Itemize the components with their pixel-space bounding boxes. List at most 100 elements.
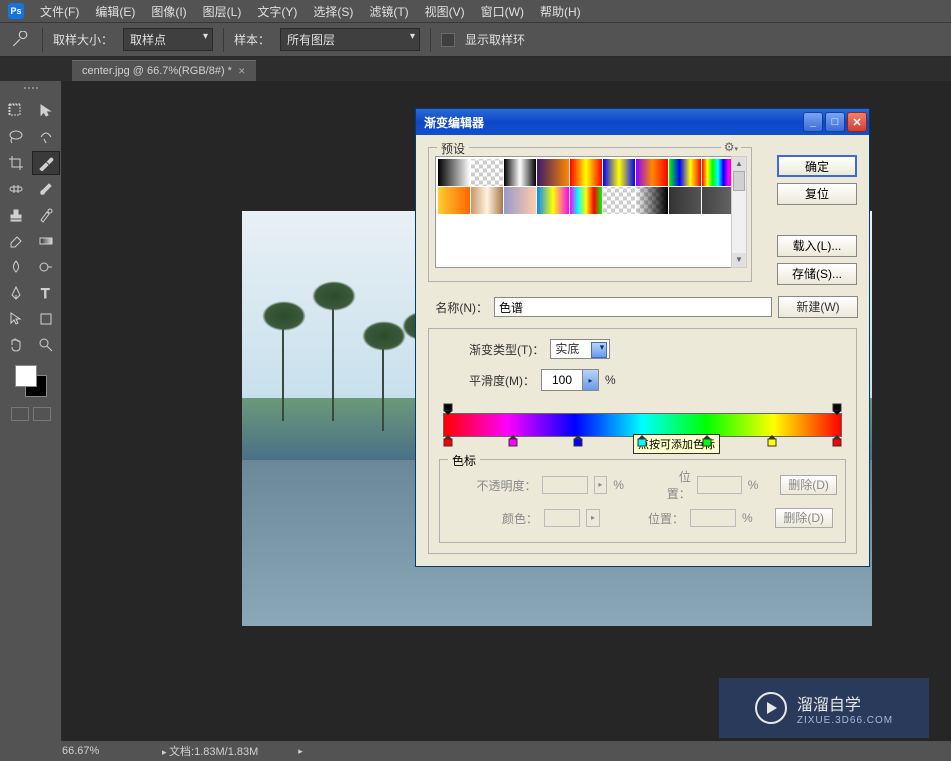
dodge-tool[interactable] xyxy=(32,255,60,279)
preset-swatch[interactable] xyxy=(471,159,503,186)
menu-layer[interactable]: 图层(L) xyxy=(203,3,242,20)
preset-swatch[interactable] xyxy=(570,187,602,214)
screenmode-icon[interactable] xyxy=(33,407,51,421)
menu-type[interactable]: 文字(Y) xyxy=(257,3,297,20)
scroll-down-icon[interactable]: ▼ xyxy=(732,253,746,267)
opacity-stepper[interactable]: ▸ xyxy=(594,476,608,494)
gradient-type-select[interactable]: 实底 xyxy=(550,339,610,359)
maximize-button[interactable]: □ xyxy=(825,112,845,132)
gradient-bar[interactable]: 点按可添加色标 xyxy=(439,401,846,449)
color-picker-arrow[interactable]: ▸ xyxy=(586,509,600,527)
menu-file[interactable]: 文件(F) xyxy=(40,3,79,20)
opacity-input[interactable] xyxy=(542,476,587,494)
preset-swatch[interactable] xyxy=(702,187,734,214)
color-stop[interactable] xyxy=(832,435,842,447)
dialog-titlebar[interactable]: 渐变编辑器 _ □ ✕ xyxy=(416,109,869,135)
opacity-stop-left[interactable] xyxy=(443,403,453,415)
preset-swatch[interactable] xyxy=(537,159,569,186)
type-tool[interactable]: T xyxy=(32,281,60,305)
menu-edit[interactable]: 编辑(E) xyxy=(95,3,135,20)
eyedropper-tool[interactable] xyxy=(32,151,60,175)
eraser-tool[interactable] xyxy=(2,229,30,253)
document-tab[interactable]: center.jpg @ 66.7%(RGB/8#) * ✕ xyxy=(72,60,256,81)
preset-swatch[interactable] xyxy=(438,159,470,186)
foreground-color-swatch[interactable] xyxy=(15,365,37,387)
preset-scrollbar[interactable]: ▲ ▼ xyxy=(731,156,747,268)
color-stop[interactable] xyxy=(637,435,647,447)
watermark-sub: ZIXUE.3D66.COM xyxy=(797,715,893,726)
healing-tool[interactable] xyxy=(2,177,30,201)
preset-swatch[interactable] xyxy=(603,159,635,186)
app-icon: Ps xyxy=(8,3,24,19)
preset-swatch[interactable] xyxy=(438,187,470,214)
lasso-tool[interactable] xyxy=(2,125,30,149)
scroll-thumb[interactable] xyxy=(733,171,745,191)
current-tool-icon[interactable] xyxy=(8,28,32,52)
quick-select-tool[interactable] xyxy=(32,125,60,149)
menu-filter[interactable]: 滤镜(T) xyxy=(369,3,408,20)
stamp-tool[interactable] xyxy=(2,203,30,227)
sample-size-dropdown[interactable]: 取样点 xyxy=(123,28,213,51)
gradient-tool[interactable] xyxy=(32,229,60,253)
new-button[interactable]: 新建(W) xyxy=(778,296,858,318)
move-tool[interactable] xyxy=(2,99,30,123)
close-button[interactable]: ✕ xyxy=(847,112,867,132)
menu-view[interactable]: 视图(V) xyxy=(425,3,465,20)
load-button[interactable]: 载入(L)... xyxy=(777,235,857,257)
color-stop[interactable] xyxy=(508,435,518,447)
save-button[interactable]: 存储(S)... xyxy=(777,263,857,285)
color-stop[interactable] xyxy=(443,435,453,447)
document-info[interactable]: 文档:1.83M/1.83M xyxy=(162,743,258,759)
opacity-stop-right[interactable] xyxy=(832,403,842,415)
smoothness-input[interactable] xyxy=(542,370,582,390)
reset-button[interactable]: 复位 xyxy=(777,183,857,205)
tab-close-icon[interactable]: ✕ xyxy=(238,66,246,77)
quickmask-icon[interactable] xyxy=(11,407,29,421)
menu-select[interactable]: 选择(S) xyxy=(313,3,353,20)
color-position-input[interactable] xyxy=(690,509,736,527)
preset-swatch[interactable] xyxy=(570,159,602,186)
preset-swatch[interactable] xyxy=(702,159,734,186)
preset-swatch[interactable] xyxy=(504,187,536,214)
color-swatches[interactable] xyxy=(0,359,61,403)
ok-button[interactable]: 确定 xyxy=(777,155,857,177)
screen-mode[interactable] xyxy=(0,403,61,425)
color-stop[interactable] xyxy=(573,435,583,447)
preset-swatch[interactable] xyxy=(537,187,569,214)
name-input[interactable] xyxy=(494,297,772,317)
preset-swatch[interactable] xyxy=(636,187,668,214)
presets-menu-icon[interactable]: ⚙︎▾ xyxy=(721,140,741,154)
preset-swatch[interactable] xyxy=(603,187,635,214)
sample-dropdown[interactable]: 所有图层 xyxy=(280,28,420,51)
color-swatch-input[interactable] xyxy=(544,509,580,527)
scroll-up-icon[interactable]: ▲ xyxy=(732,157,746,171)
color-stop[interactable] xyxy=(767,435,777,447)
preset-swatch[interactable] xyxy=(471,187,503,214)
pen-tool[interactable] xyxy=(2,281,30,305)
move-arrow-tool[interactable] xyxy=(32,99,60,123)
preset-swatch[interactable] xyxy=(636,159,668,186)
status-arrow-icon[interactable]: ▸ xyxy=(298,746,303,757)
menu-image[interactable]: 图像(I) xyxy=(151,3,186,20)
show-ring-checkbox[interactable] xyxy=(441,33,455,47)
zoom-level[interactable]: 66.67% xyxy=(62,745,122,757)
history-brush-tool[interactable] xyxy=(32,203,60,227)
opacity-position-input[interactable] xyxy=(697,476,742,494)
minimize-button[interactable]: _ xyxy=(803,112,823,132)
blur-tool[interactable] xyxy=(2,255,30,279)
zoom-tool[interactable] xyxy=(32,333,60,357)
path-select-tool[interactable] xyxy=(2,307,30,331)
menu-window[interactable]: 窗口(W) xyxy=(481,3,524,20)
color-stop[interactable] xyxy=(702,435,712,447)
preset-swatch[interactable] xyxy=(669,187,701,214)
brush-tool[interactable] xyxy=(32,177,60,201)
hand-tool[interactable] xyxy=(2,333,30,357)
crop-tool[interactable] xyxy=(2,151,30,175)
delete-color-stop-button[interactable]: 删除(D) xyxy=(775,508,833,528)
menu-help[interactable]: 帮助(H) xyxy=(540,3,581,20)
shape-tool[interactable] xyxy=(32,307,60,331)
delete-opacity-stop-button[interactable]: 删除(D) xyxy=(780,475,837,495)
smoothness-stepper[interactable]: ▸ xyxy=(582,370,598,390)
preset-swatch[interactable] xyxy=(669,159,701,186)
preset-swatch[interactable] xyxy=(504,159,536,186)
